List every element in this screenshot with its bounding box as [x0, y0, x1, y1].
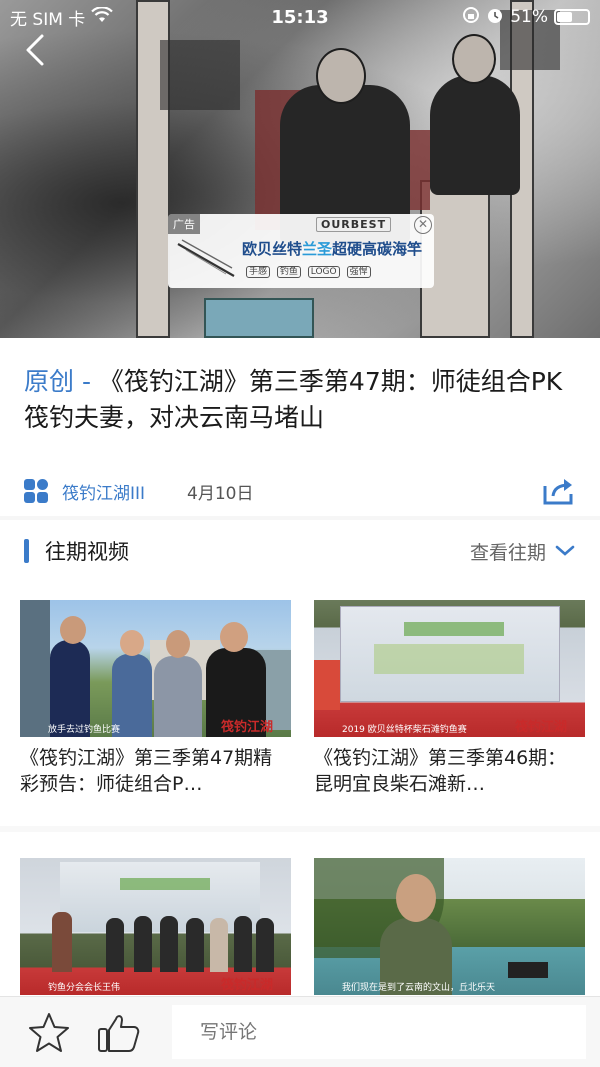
ad-tag: 广告 [168, 214, 200, 234]
view-past-button[interactable]: 查看往期 [470, 538, 576, 565]
article-meta: 筏钓江湖III 4月10日 [24, 476, 580, 506]
ad-title: 欧贝丝特兰圣超硬高碳海竿 [242, 240, 423, 258]
channel-link[interactable]: 筏钓江湖III [62, 479, 145, 504]
back-arrow-icon [26, 34, 44, 66]
video-thumbnail: 2019 欧贝丝特杯柴石滩钓鱼赛 筏钓江湖 [314, 600, 585, 737]
view-past-label: 查看往期 [469, 541, 546, 564]
fishing-rod-icon [177, 239, 235, 277]
video-overlay-text: 我们现在是到了云南的文山，丘北乐天 [342, 983, 496, 993]
video-caption: 《筏钓江湖》第三季第47期精彩预告：师徒组合P… [20, 747, 273, 795]
alarm-icon [486, 6, 504, 29]
ad-close-icon[interactable]: ✕ [414, 216, 432, 234]
original-tag: 原创 - [24, 367, 99, 396]
article-title-text: 《筏钓江湖》第三季第47期：师徒组合PK筏钓夫妻，对决云南马堵山 [24, 367, 563, 432]
comment-input[interactable] [172, 1005, 586, 1059]
video-logo: 筏钓江湖 [220, 978, 273, 993]
status-bar: 无 SIM 卡 15:13 51% [0, 0, 600, 34]
video-thumbnail: 放手去过钓鱼比赛 筏钓江湖 [20, 600, 291, 737]
ad-features: 手感 钓鱼 LOGO 强悍 [244, 264, 373, 278]
divider [0, 516, 600, 520]
share-button[interactable] [542, 476, 576, 506]
battery-fill [557, 12, 572, 22]
video-card[interactable]: 放手去过钓鱼比赛 筏钓江湖 《筏钓江湖》第三季第47期精彩预告：师徒组合P… [20, 600, 291, 797]
video-logo: 筏钓江湖 [514, 720, 567, 735]
video-overlay-text: 放手去过钓鱼比赛 [48, 725, 121, 735]
section-accent-bar [24, 539, 29, 563]
scene-person-head [452, 34, 496, 84]
channel-grid-icon [24, 479, 48, 503]
battery-percent: 51% [510, 7, 548, 27]
scene-person-head [316, 48, 366, 104]
section-title: 往期视频 [45, 540, 129, 564]
share-icon [543, 479, 573, 505]
thumbs-up-icon [98, 1015, 140, 1052]
divider [0, 826, 600, 832]
back-button[interactable] [20, 30, 52, 70]
scene-cooler [204, 298, 314, 338]
article-title: 原创 - 《筏钓江湖》第三季第47期：师徒组合PK筏钓夫妻，对决云南马堵山 [24, 364, 580, 436]
video-card[interactable]: 我们现在是到了云南的文山，丘北乐天 [314, 858, 585, 995]
bottom-action-bar [0, 996, 600, 1067]
scene-person [430, 75, 520, 195]
like-button[interactable] [96, 1011, 142, 1055]
scene-window [160, 40, 240, 110]
video-card[interactable]: 2019 欧贝丝特杯柴石滩钓鱼赛 筏钓江湖 《筏钓江湖》第三季第46期： 昆明宜… [314, 600, 585, 797]
battery-icon [554, 9, 590, 25]
ad-banner[interactable]: 广告 OURBEST ✕ 欧贝丝特兰圣超硬高碳海竿 手感 钓鱼 LOGO 强悍 [168, 214, 434, 288]
chevron-down-icon [555, 545, 575, 556]
video-overlay-text: 2019 欧贝丝特杯柴石滩钓鱼赛 [342, 725, 467, 735]
video-player[interactable]: 无 SIM 卡 15:13 51% 广告 OURBEST ✕ 欧贝丝特兰圣超硬高… [0, 0, 600, 338]
video-caption: 《筏钓江湖》第三季第46期： 昆明宜良柴石滩新… [314, 747, 567, 795]
star-icon [29, 1013, 69, 1052]
video-overlay-text: 钓鱼分会会长王伟 [48, 983, 121, 993]
video-logo: 筏钓江湖 [220, 720, 273, 735]
video-thumbnail: 钓鱼分会会长王伟 筏钓江湖 [20, 858, 291, 995]
ad-brand: OURBEST [316, 217, 392, 232]
video-thumbnail: 我们现在是到了云南的文山，丘北乐天 [314, 858, 585, 995]
favorite-button[interactable] [26, 1011, 72, 1055]
lock-rotation-icon [462, 6, 480, 29]
publish-date: 4月10日 [187, 483, 254, 504]
section-header: 往期视频 查看往期 [24, 534, 576, 568]
video-card[interactable]: 钓鱼分会会长王伟 筏钓江湖 [20, 858, 291, 995]
